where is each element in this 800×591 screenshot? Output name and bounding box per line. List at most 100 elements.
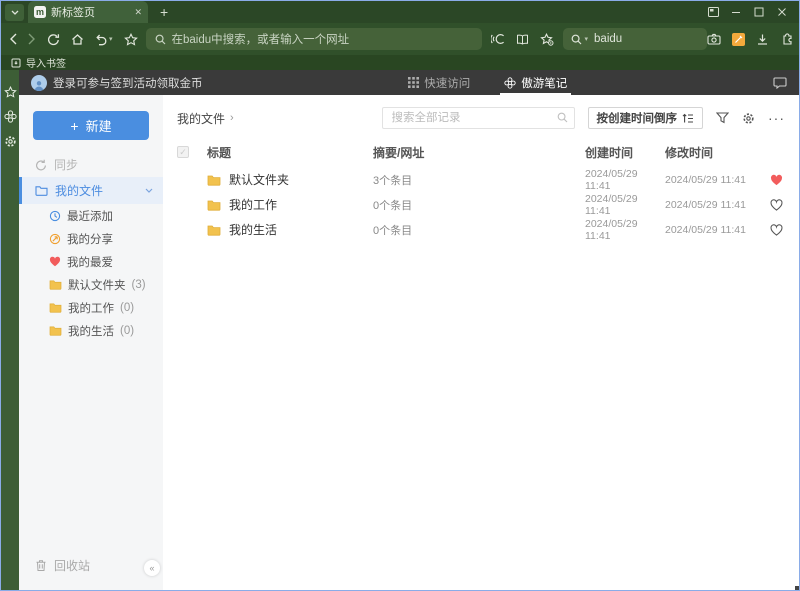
favorites-star-icon[interactable] [3,86,17,98]
folder-icon [49,303,62,313]
app-body: + 新建 同步 我的文件 最近添加 我的分享 我的最爱 默认文件夹 (3) 我的… [19,95,799,590]
sidebar-item-default-folder[interactable]: 默认文件夹 (3) [19,273,163,296]
minimize-button[interactable] [729,5,743,19]
sidebar-item-favorites[interactable]: 我的最爱 [19,250,163,273]
clock-icon [49,210,61,221]
recycle-bin-label: 回收站 [54,559,91,573]
settings-gear-icon[interactable] [4,135,17,148]
table-row[interactable]: 我的工作 0个条目 2024/05/29 11:41 2024/05/29 11… [163,192,799,217]
browser-tab-new-tab[interactable]: m 新标签页 ✕ [28,1,148,23]
item-label: 我的工作 [68,302,114,315]
maximize-button[interactable] [752,5,766,19]
notes-icon[interactable] [731,32,745,46]
select-all-checkbox[interactable]: ✓ [177,146,189,158]
sync-label: 同步 [54,158,79,172]
search-icon [571,34,581,44]
undo-close-tab-button[interactable]: ▾ [95,33,113,46]
screenshot-camera-icon[interactable] [706,33,721,45]
extensions-icon[interactable] [780,32,793,46]
tab-label: 快速访问 [424,77,471,90]
bookmarks-bar: 导入书签 [1,55,799,70]
breadcrumb[interactable]: 我的文件 › [177,110,234,127]
row-created: 2024/05/29 11:41 [585,167,638,192]
table-row[interactable]: 默认文件夹 3个条目 2024/05/29 11:41 2024/05/29 1… [163,167,799,192]
folder-icon [49,326,62,336]
maxthon-logo-icon: m [34,6,46,18]
collapse-sidebar-button[interactable]: « [144,560,160,576]
col-summary: 摘要/网址 [373,145,425,160]
back-icon[interactable] [9,33,17,45]
col-created: 创建时间 [585,145,634,160]
address-bar[interactable]: 在baidu中搜索，或者输入一个网址 [145,28,482,50]
address-placeholder: 在baidu中搜索，或者输入一个网址 [171,34,350,46]
search-engine-dropdown-icon[interactable]: ▾ [585,36,589,43]
row-modified: 2024/05/29 11:41 [665,223,746,236]
folder-icon [207,175,221,186]
row-summary: 0个条目 [373,199,413,212]
new-note-label: 新建 [85,119,112,134]
favorite-heart-icon[interactable] [765,223,785,236]
plus-icon: + [70,117,79,134]
resize-grip[interactable] [795,586,799,590]
close-window-button[interactable] [775,5,789,19]
item-label: 我的生活 [68,325,114,338]
table-row[interactable]: 我的生活 0个条目 2024/05/29 11:41 2024/05/29 11… [163,217,799,242]
sort-order-label: 按创建时间倒序 [596,113,678,125]
tab-label: 傲游笔记 [521,77,568,90]
tab-quick-access[interactable]: 快速访问 [408,70,470,95]
sidebar-bottom: 回收站 « [19,553,163,590]
notes-clover-icon[interactable] [3,110,17,123]
record-search-input[interactable] [381,107,575,129]
login-banner[interactable]: 登录可参与签到活动领取金币 [31,74,203,91]
sidebar-item-life-folder[interactable]: 我的生活 (0) [19,319,163,342]
toolbar-right-icons [706,32,799,46]
folder-icon [49,280,62,290]
settings-gear-icon[interactable] [742,112,755,125]
window-controls [706,5,799,19]
note-content: 我的文件 › 按创建时间倒序 [163,95,799,590]
app-header: 登录可参与签到活动领取金币 快速访问 傲游笔记 [19,70,799,95]
table-header: ✓ 标题 摘要/网址 创建时间 修改时间 [163,137,799,167]
sidebar-item-recent[interactable]: 最近添加 [19,204,163,227]
favorite-star-icon[interactable] [123,32,138,46]
feedback-bubble-icon[interactable] [773,76,787,89]
favorite-heart-icon[interactable] [765,198,785,211]
download-icon[interactable] [756,33,769,46]
recycle-bin-button[interactable]: 回收站 [19,553,163,578]
search-icon [557,112,567,123]
browser-window: m 新标签页 ✕ + ▾ 在baidu中搜索，或者输入一个网址 ▾ baidu … [0,0,800,591]
row-modified: 2024/05/29 11:41 [665,173,746,186]
grid-icon [408,77,420,88]
tab-close-icon[interactable]: ✕ [134,7,142,18]
sync-button[interactable]: 同步 [19,152,163,177]
filter-funnel-icon[interactable] [716,112,729,124]
new-tab-button[interactable]: + [160,4,168,20]
tab-maxnote[interactable]: 傲游笔记 [500,70,572,95]
add-favorite-icon[interactable] [539,32,554,46]
sidebar-item-work-folder[interactable]: 我的工作 (0) [19,296,163,319]
new-note-button[interactable]: + 新建 [33,111,149,140]
login-text: 登录可参与签到活动领取金币 [53,77,203,90]
reload-icon[interactable] [47,33,60,46]
home-icon[interactable] [71,33,84,46]
sidebar-item-shares[interactable]: 我的分享 [19,227,163,250]
tab-list-dropdown-button[interactable] [5,3,24,21]
voice-read-icon[interactable] [490,33,505,45]
maxthon-note-app: 登录可参与签到活动领取金币 快速访问 傲游笔记 + 新建 同步 我的文件 最近添… [1,70,799,590]
quick-search-box[interactable]: ▾ baidu [562,28,707,50]
row-created: 2024/05/29 11:41 [585,192,638,217]
item-label: 最近添加 [67,210,113,223]
chevron-down-icon: ▾ [109,35,113,43]
forward-icon[interactable] [28,33,36,45]
reading-mode-icon[interactable] [516,34,529,45]
import-bookmarks-button[interactable]: 导入书签 [26,55,66,70]
favorite-heart-icon[interactable] [765,174,785,186]
heart-icon [49,256,61,267]
more-options-icon[interactable]: ··· [768,110,785,126]
sidebar-item-my-files[interactable]: 我的文件 [19,177,163,204]
col-modified: 修改时间 [665,145,714,160]
workspace-icon[interactable] [706,5,720,19]
row-title: 我的工作 [229,198,278,212]
row-summary: 0个条目 [373,224,413,237]
sort-order-button[interactable]: 按创建时间倒序 [587,107,703,129]
